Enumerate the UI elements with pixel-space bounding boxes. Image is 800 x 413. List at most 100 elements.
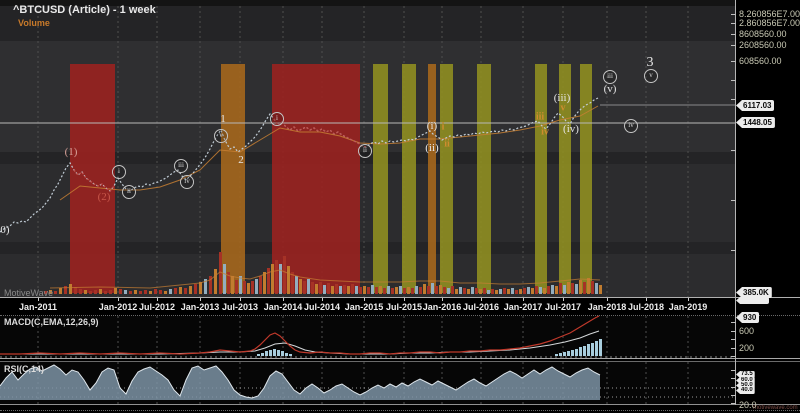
volume-bar xyxy=(515,290,518,294)
volume-bar xyxy=(315,284,318,294)
volume-bar xyxy=(535,286,538,294)
price-axis[interactable] xyxy=(736,0,800,297)
volume-bar xyxy=(251,281,254,294)
volume-bar xyxy=(387,286,390,294)
volume-bar xyxy=(543,288,546,294)
analysis-band-olive[interactable] xyxy=(535,64,547,293)
volume-bar xyxy=(567,282,570,294)
volume-bar xyxy=(134,290,137,294)
volume-bar xyxy=(189,286,192,294)
volume-bar xyxy=(451,286,454,294)
volume-bar xyxy=(595,283,598,294)
volume-bar xyxy=(487,290,490,294)
analysis-band-orange[interactable] xyxy=(221,64,245,293)
volume-bar xyxy=(109,290,112,294)
volume-bar xyxy=(104,291,107,294)
volume-bar xyxy=(307,279,310,294)
volume-bar xyxy=(319,282,322,294)
macd-histogram-bar xyxy=(281,351,284,356)
volume-bar xyxy=(295,276,298,294)
volume-bar xyxy=(439,285,442,294)
analysis-band-olive[interactable] xyxy=(477,64,491,293)
macd-histogram-bar xyxy=(571,350,574,356)
volume-bar xyxy=(311,282,314,294)
volume-bar xyxy=(531,288,534,294)
volume-bar xyxy=(447,288,450,294)
volume-bar xyxy=(169,289,172,294)
analysis-band-olive[interactable] xyxy=(440,64,453,293)
macd-histogram-bar xyxy=(583,346,586,356)
volume-bar xyxy=(587,278,590,294)
macd-histogram-bar xyxy=(599,339,602,356)
panel-divider[interactable] xyxy=(0,358,800,359)
macd-histogram-bar xyxy=(595,341,598,356)
volume-bar xyxy=(74,287,77,294)
chart-window: ^BTCUSD (Article) - 1 week Volume MACD(C… xyxy=(0,0,800,413)
volume-bar xyxy=(471,287,474,294)
macd-histogram-bar xyxy=(277,350,280,356)
volume-bar xyxy=(367,287,370,294)
analysis-band-orange[interactable] xyxy=(428,64,436,293)
volume-bar xyxy=(499,289,502,294)
volume-bar xyxy=(555,286,558,294)
volume-bar xyxy=(119,289,122,294)
volume-bar xyxy=(263,272,266,294)
panel-divider xyxy=(0,297,800,298)
panel-divider xyxy=(0,404,800,405)
volume-bar xyxy=(174,288,177,294)
volume-bar xyxy=(495,290,498,294)
chart-surface[interactable] xyxy=(0,0,800,413)
volume-bar xyxy=(475,288,478,294)
volume-bar xyxy=(335,284,338,294)
volume-bar xyxy=(559,283,562,294)
analysis-band-olive[interactable] xyxy=(373,64,388,293)
volume-bar xyxy=(243,281,246,294)
volume-bar xyxy=(491,289,494,294)
volume-bar xyxy=(583,282,586,294)
analysis-band-olive[interactable] xyxy=(580,64,592,293)
symbol-title: ^BTCUSD (Article) - 1 week xyxy=(13,4,156,16)
volume-bar xyxy=(331,286,334,294)
macd-histogram-bar xyxy=(261,353,264,356)
volume-bar xyxy=(159,290,162,294)
volume-bar xyxy=(287,266,290,294)
macd-histogram-bar xyxy=(269,350,272,356)
volume-study-label[interactable]: Volume xyxy=(18,18,50,28)
time-axis[interactable] xyxy=(0,299,800,315)
volume-bar xyxy=(579,280,582,294)
volume-bar xyxy=(144,290,147,294)
site-watermark: motivewave.com xyxy=(753,405,798,411)
analysis-band-olive[interactable] xyxy=(559,64,571,293)
volume-bar xyxy=(323,285,326,294)
volume-bar xyxy=(149,291,152,294)
volume-bar xyxy=(511,288,514,294)
macd-study-label[interactable]: MACD(C,EMA,12,26,9) xyxy=(4,317,99,327)
volume-bar xyxy=(455,289,458,294)
macd-signal-line xyxy=(0,330,600,355)
volume-bar xyxy=(347,286,350,294)
volume-bar xyxy=(259,276,262,294)
volume-bar xyxy=(483,288,486,294)
volume-bar xyxy=(114,288,117,294)
volume-bar xyxy=(223,264,226,294)
volume-bar xyxy=(363,286,366,294)
volume-bar xyxy=(179,287,182,294)
volume-bar xyxy=(403,288,406,294)
volume-bar xyxy=(199,282,202,294)
volume-bar xyxy=(431,283,434,294)
volume-bar xyxy=(214,269,217,294)
rsi-study-label[interactable]: RSI(C,14) xyxy=(4,364,44,374)
macd-histogram-bar xyxy=(257,354,260,356)
volume-bar xyxy=(124,290,127,294)
macd-histogram-bar xyxy=(575,349,578,356)
analysis-band-olive[interactable] xyxy=(402,64,416,293)
macd-histogram-bar xyxy=(591,343,594,356)
volume-bar xyxy=(523,288,526,294)
volume-bar xyxy=(375,287,378,294)
volume-bar xyxy=(527,287,530,294)
volume-bar xyxy=(303,281,306,294)
analysis-band-red[interactable] xyxy=(70,64,115,293)
volume-bar xyxy=(391,288,394,294)
volume-bar xyxy=(283,256,286,294)
volume-bar xyxy=(343,285,346,294)
